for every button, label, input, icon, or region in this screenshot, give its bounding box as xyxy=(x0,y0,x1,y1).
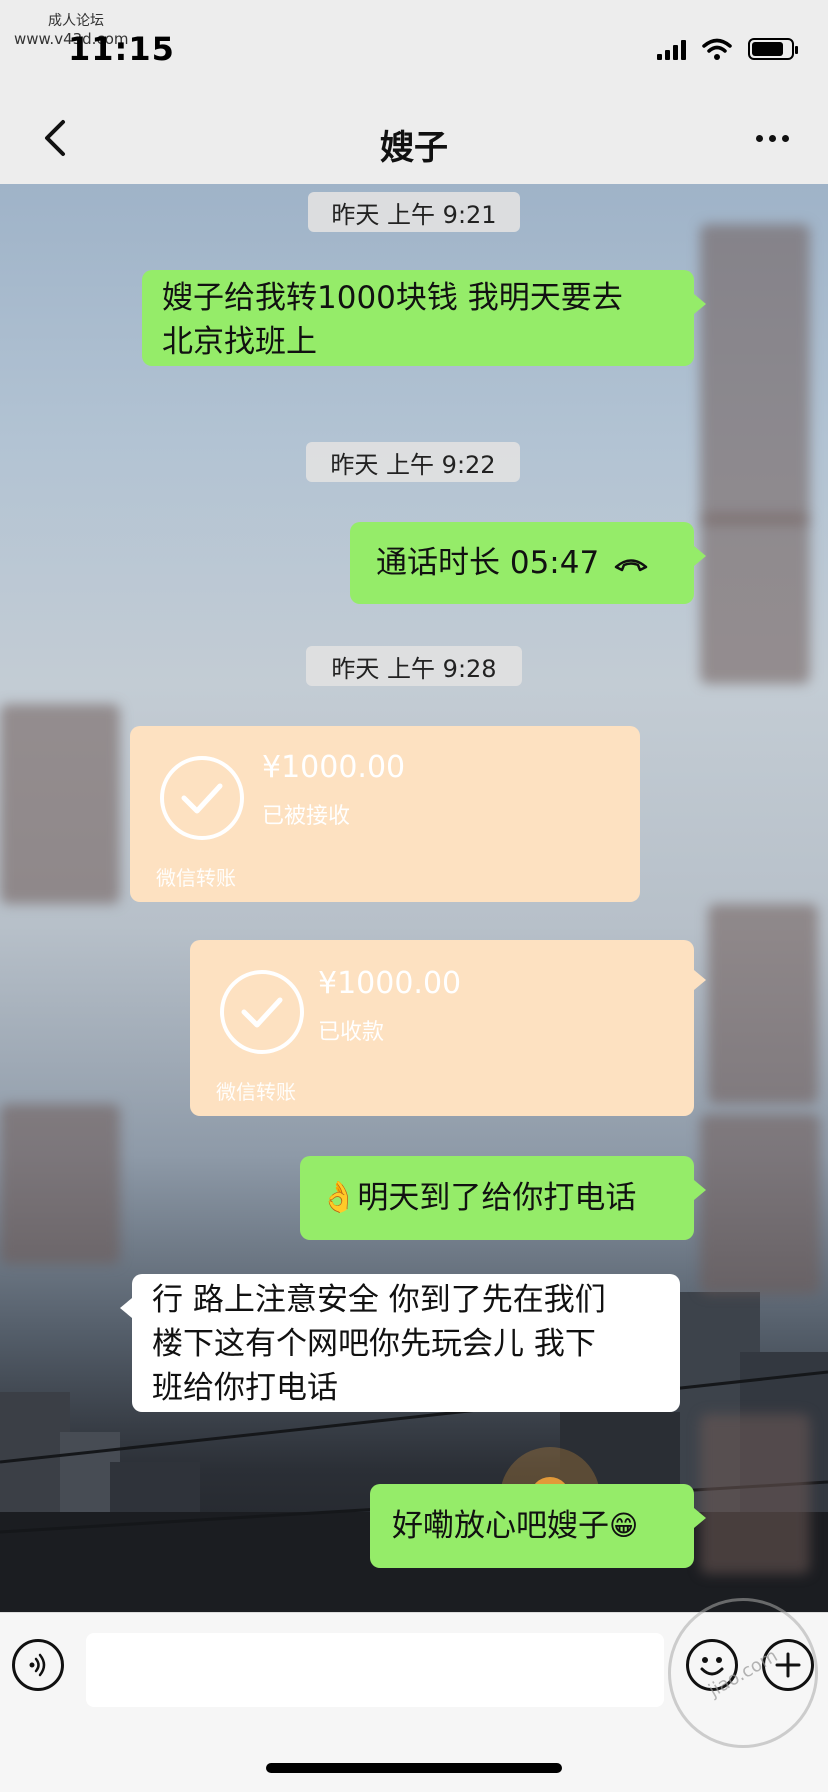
transfer-card-received[interactable]: ¥1000.00 已被接收 微信转账 xyxy=(130,726,640,902)
battery-icon xyxy=(748,38,798,60)
message-text: 班给你打电话 xyxy=(152,1370,338,1406)
voice-button[interactable] xyxy=(12,1639,64,1691)
voice-icon xyxy=(29,1653,46,1677)
wifi-icon xyxy=(702,38,732,60)
avatar-blurred xyxy=(700,1414,810,1574)
check-circle-icon xyxy=(220,970,304,1054)
avatar-blurred xyxy=(700,514,810,684)
avatar-blurred xyxy=(700,1114,820,1294)
transfer-amount: ¥1000.00 xyxy=(262,750,406,785)
avatar-blurred xyxy=(0,1104,120,1264)
call-duration-text: 通话时长 05:47 xyxy=(376,545,600,581)
timestamp: 昨天 上午 9:21 xyxy=(308,192,520,232)
avatar-blurred xyxy=(0,704,120,904)
message-text: 好嘞放心吧嫂子 xyxy=(392,1508,609,1544)
message-bubble-sent[interactable]: 👌 明天到了给你打电话 xyxy=(300,1156,706,1240)
message-bubble-received[interactable]: 行 路上注意安全 你到了先在我们 楼下这有个网吧你先玩会儿 我下 班给你打电话 xyxy=(120,1274,680,1412)
nav-bar: 嫂子 xyxy=(0,92,828,184)
signal-icon xyxy=(657,38,686,60)
transfer-status: 已收款 xyxy=(318,1020,385,1045)
message-bubble-sent[interactable]: 嫂子给我转1000块钱 我明天要去 北京找班上 xyxy=(142,270,706,366)
call-record-bubble[interactable]: 通话时长 05:47 xyxy=(350,522,706,604)
phone-hangup-icon xyxy=(614,559,648,572)
ok-hand-emoji: 👌 xyxy=(320,1180,358,1215)
message-bubble-sent[interactable]: 好嘞放心吧嫂子 😁 xyxy=(370,1484,706,1568)
status-icons xyxy=(657,38,798,60)
more-dots-icon xyxy=(755,134,763,142)
avatar-blurred xyxy=(700,224,810,524)
chat-area[interactable]: 昨天 上午 9:21 嫂子给我转1000块钱 我明天要去 北京找班上 昨天 上午… xyxy=(0,184,828,1612)
chat-title: 嫂子 xyxy=(380,128,448,168)
timestamp: 昨天 上午 9:28 xyxy=(306,646,522,686)
home-indicator xyxy=(266,1763,562,1773)
transfer-footer: 微信转账 xyxy=(156,866,236,890)
message-text: 楼下这有个网吧你先玩会儿 我下 xyxy=(152,1326,596,1362)
message-text: 行 路上注意安全 你到了先在我们 xyxy=(152,1282,606,1318)
message-input[interactable] xyxy=(86,1633,664,1707)
check-circle-icon xyxy=(160,756,244,840)
more-button[interactable] xyxy=(744,116,800,160)
watermark-title: 成人论坛 xyxy=(48,13,104,29)
avatar-blurred xyxy=(708,904,818,1104)
grin-emoji: 😁 xyxy=(609,1509,639,1542)
message-text: 嫂子给我转1000块钱 我明天要去 xyxy=(162,280,623,316)
timestamp: 昨天 上午 9:22 xyxy=(306,442,520,482)
transfer-footer: 微信转账 xyxy=(216,1080,296,1104)
message-text: 明天到了给你打电话 xyxy=(357,1180,637,1216)
watermark-stamp-text: jiao.com xyxy=(704,1644,782,1702)
transfer-status: 已被接收 xyxy=(262,804,351,829)
status-time: 11:15 xyxy=(68,30,175,68)
transfer-amount: ¥1000.00 xyxy=(318,966,462,1001)
message-text: 北京找班上 xyxy=(162,324,317,360)
status-bar: 成人论坛 www.v43d.com 11:15 xyxy=(0,0,828,92)
transfer-card-collected[interactable]: ¥1000.00 已收款 微信转账 xyxy=(190,940,706,1116)
